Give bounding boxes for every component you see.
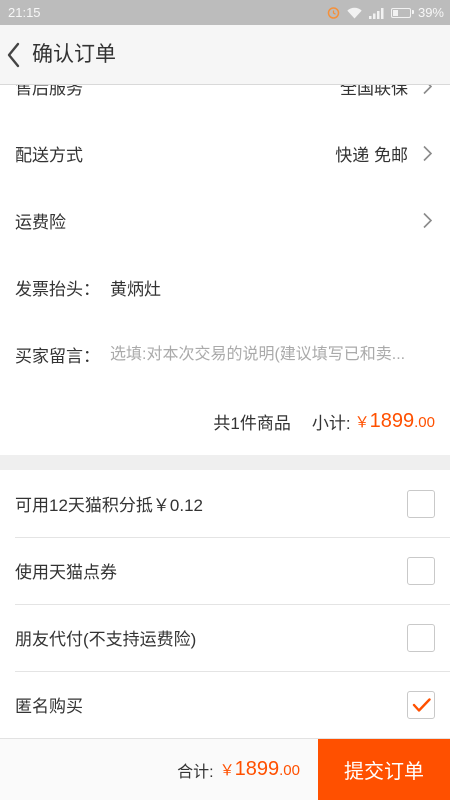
delivery-method-value: 快递 免邮 xyxy=(335,146,408,165)
points-deduction-row: 可用12天猫积分抵￥0.12 xyxy=(0,470,450,537)
friend-pay-checkbox[interactable] xyxy=(407,623,435,652)
subtotal-price-integer: 1899 xyxy=(369,410,415,432)
tmall-coupon-label: 使用天猫点券 xyxy=(15,563,117,582)
status-icons: 39% xyxy=(320,0,444,25)
status-time: 21:15 xyxy=(8,5,41,20)
total-price-integer: 1899 xyxy=(234,758,280,780)
invoice-title-field[interactable]: 黄炳灶 xyxy=(110,275,161,300)
tmall-coupon-checkbox[interactable] xyxy=(407,556,435,585)
order-content: 售后服务 全国联保 配送方式 快递 免邮 运费险 发票抬头： 黄炳灶 买家留言： xyxy=(0,85,450,738)
after-sales-row[interactable]: 售后服务 全国联保 xyxy=(0,85,450,120)
chevron-left-icon xyxy=(7,42,20,67)
total-price-decimal: .00 xyxy=(279,762,300,779)
points-deduction-label: 可用12天猫积分抵￥0.12 xyxy=(15,496,203,515)
battery-percent: 39% xyxy=(417,5,444,20)
total-area: 合计: ￥1899.00 xyxy=(0,739,318,800)
friend-pay-label: 朋友代付(不支持运费险) xyxy=(15,630,197,649)
delivery-method-row[interactable]: 配送方式 快递 免邮 xyxy=(0,120,450,187)
invoice-label: 发票抬头： xyxy=(15,280,100,299)
subtotal-row: 共1件商品 小计: ￥1899.00 xyxy=(0,388,450,455)
chevron-right-icon xyxy=(423,212,432,229)
tmall-coupon-row: 使用天猫点券 xyxy=(0,537,450,604)
chevron-right-icon xyxy=(423,145,432,162)
status-bar: 21:15 39% xyxy=(0,0,450,25)
signal-icon xyxy=(368,7,384,19)
shipping-insurance-label: 运费险 xyxy=(15,213,66,232)
buyer-message-input[interactable] xyxy=(110,342,432,367)
payment-options-section: 可用12天猫积分抵￥0.12 使用天猫点券 朋友代付(不支持运费险) 匿名购买 xyxy=(0,470,450,738)
checkmark-icon xyxy=(412,697,431,712)
header-bar: 确认订单 xyxy=(0,25,450,85)
buyer-message-row: 买家留言： xyxy=(0,321,450,388)
anonymous-purchase-checkbox[interactable] xyxy=(407,690,435,719)
total-currency: ￥ xyxy=(219,762,235,779)
item-count: 共1件商品 xyxy=(213,414,291,433)
after-sales-label: 售后服务 xyxy=(15,85,83,98)
after-sales-value: 全国联保 xyxy=(340,85,408,98)
friend-pay-row: 朋友代付(不支持运费险) xyxy=(0,604,450,671)
page-title: 确认订单 xyxy=(32,43,116,66)
points-deduction-checkbox[interactable] xyxy=(407,489,435,518)
delivery-method-label: 配送方式 xyxy=(15,146,83,165)
chevron-right-icon xyxy=(423,85,432,95)
buyer-message-label: 买家留言： xyxy=(15,347,100,366)
order-details-section: 售后服务 全国联保 配送方式 快递 免邮 运费险 发票抬头： 黄炳灶 买家留言： xyxy=(0,85,450,455)
bottom-bar: 合计: ￥1899.00 提交订单 xyxy=(0,738,450,800)
back-button[interactable] xyxy=(0,25,26,84)
anonymous-purchase-row: 匿名购买 xyxy=(0,671,450,738)
subtotal-label: 小计: xyxy=(311,414,351,433)
total-label: 合计: xyxy=(177,763,214,781)
subtotal-price-decimal: .00 xyxy=(414,414,435,431)
subtotal-currency: ￥ xyxy=(354,414,370,431)
battery-fill xyxy=(392,9,398,16)
wifi-icon xyxy=(347,7,362,18)
anonymous-purchase-label: 匿名购买 xyxy=(15,697,83,716)
battery-icon xyxy=(390,7,415,18)
alarm-icon xyxy=(327,7,340,19)
subtotal-price: ￥1899.00 xyxy=(355,410,435,433)
shipping-insurance-row[interactable]: 运费险 xyxy=(0,187,450,254)
submit-order-button[interactable]: 提交订单 xyxy=(318,739,450,800)
invoice-row: 发票抬头： 黄炳灶 xyxy=(0,254,450,321)
total-price: ￥1899.00 xyxy=(220,758,300,781)
